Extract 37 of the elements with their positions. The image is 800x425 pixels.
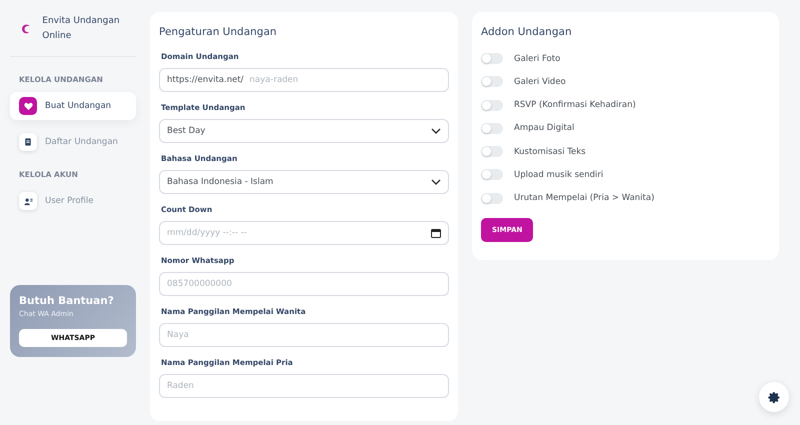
card-title: Addon Undangan [481, 26, 573, 38]
toggle-switch[interactable] [481, 146, 503, 158]
chevron-down-icon [431, 179, 441, 185]
toggle-label: Kustomisasi Teks [514, 146, 586, 157]
document-icon [19, 133, 37, 151]
domain-field[interactable]: https://envita.net/ naya-raden [159, 68, 449, 92]
input-field[interactable]: Naya [159, 323, 449, 347]
user-icon [19, 192, 37, 210]
select-value: Bahasa Indonesia - Islam [167, 177, 274, 187]
toggle-switch[interactable] [481, 169, 503, 180]
toggle-label: RSVP (Konfirmasi Kehadiran) [514, 100, 636, 110]
toggle-label: Galeri Video [514, 76, 566, 87]
calendar-icon [431, 228, 441, 238]
toggle-switch[interactable] [481, 100, 503, 111]
input-field[interactable]: 085700000000 [159, 272, 449, 296]
settings-button[interactable] [759, 382, 789, 412]
datetime-field[interactable]: mm/dd/yyyy --:-- -- [159, 221, 449, 245]
toggle-switch[interactable] [481, 76, 503, 88]
sidebar-item[interactable]: Buat Undangan [10, 92, 136, 120]
toggle-label: Upload musik sendiri [514, 170, 604, 180]
select-field[interactable]: Bahasa Indonesia - Islam [159, 170, 449, 194]
card-title: Pengaturan Undangan [159, 26, 278, 38]
toggle-label: Galeri Foto [514, 54, 560, 64]
toggle-switch[interactable] [481, 53, 503, 64]
input-field[interactable]: Raden [159, 374, 449, 398]
heart-icon [19, 97, 37, 115]
toggle-label: Ampau Digital [514, 123, 574, 134]
gear-icon [768, 390, 780, 404]
select-field[interactable]: Best Day [159, 119, 449, 143]
help-title: Butuh Bantuan? [19, 295, 115, 307]
url-prefix: https://envita.net/ [167, 75, 244, 85]
brand-name: Envita Undangan Online [42, 15, 121, 43]
toggle-switch[interactable] [481, 122, 503, 134]
select-value: Best Day [167, 126, 206, 136]
chevron-down-icon [431, 128, 441, 134]
toggle-label: Urutan Mempelai (Pria > Wanita) [514, 193, 654, 204]
toggle-switch[interactable] [481, 192, 503, 204]
